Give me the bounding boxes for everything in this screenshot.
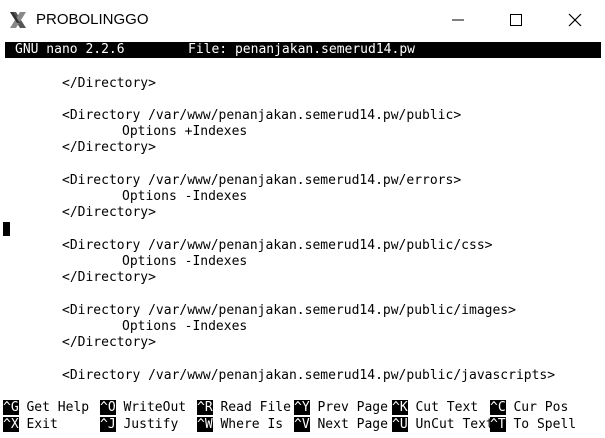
shortcut-key: ^J <box>100 417 116 432</box>
window-titlebar: PROBOLINGGO <box>0 0 605 40</box>
shortcut-read-file[interactable]: ^R Read File <box>197 400 291 416</box>
close-button[interactable] <box>546 0 604 40</box>
shortcut-key: ^Y <box>294 400 310 415</box>
shortcut-writeout[interactable]: ^O WriteOut <box>100 400 186 416</box>
shortcut-justify[interactable]: ^J Justify <box>100 417 178 433</box>
shortcut-label: Get Help <box>26 400 90 415</box>
window-title: PROBOLINGGO <box>36 11 149 28</box>
shortcut-label: Where Is <box>220 417 284 432</box>
maximize-icon <box>510 14 522 26</box>
shortcut-label: WriteOut <box>123 400 187 415</box>
editor-line: <Directory /var/www/penanjakan.semerud14… <box>62 173 462 188</box>
shortcut-uncut-text[interactable]: ^U UnCut Text <box>392 417 494 433</box>
shortcut-prev-page[interactable]: ^Y Prev Page <box>294 400 388 416</box>
editor-line: <Directory /var/www/penanjakan.semerud14… <box>62 368 556 383</box>
editor-line: </Directory> <box>62 140 156 155</box>
nano-shortcut-bar: ^G Get Help ^O WriteOut ^R Read File ^Y … <box>0 400 605 434</box>
editor-line: </Directory> <box>62 205 156 220</box>
nano-header-bar: GNU nano 2.2.6 File: penanjakan.semerud1… <box>5 42 601 58</box>
minimize-button[interactable] <box>429 0 487 40</box>
minimize-icon <box>452 19 464 21</box>
text-cursor <box>3 222 10 236</box>
shortcut-key: ^O <box>100 400 116 415</box>
editor-line: Options -Indexes <box>122 319 248 334</box>
shortcut-to-spell[interactable]: ^T To Spell <box>490 417 576 433</box>
shortcut-label: Cut Text <box>415 400 479 415</box>
shortcut-key: ^X <box>3 417 19 432</box>
shortcut-cur-pos[interactable]: ^C Cur Pos <box>490 400 568 416</box>
shortcut-key: ^U <box>392 417 408 432</box>
putty-x-icon <box>8 10 28 30</box>
editor-line: <Directory /var/www/penanjakan.semerud14… <box>62 238 493 253</box>
shortcut-label: Exit <box>26 417 58 432</box>
shortcut-label: Read File <box>220 400 291 415</box>
nano-version: GNU nano 2.2.6 <box>15 42 125 57</box>
shortcut-key: ^G <box>3 400 19 415</box>
shortcut-key: ^V <box>294 417 310 432</box>
editor-line: <Directory /var/www/penanjakan.semerud14… <box>62 108 462 123</box>
shortcut-where-is[interactable]: ^W Where Is <box>197 417 283 433</box>
nano-file-name: File: penanjakan.semerud14.pw <box>188 42 415 57</box>
shortcut-label: Prev Page <box>317 400 388 415</box>
shortcut-cut-text[interactable]: ^K Cut Text <box>392 400 478 416</box>
shortcut-key: ^R <box>197 400 213 415</box>
maximize-button[interactable] <box>487 0 545 40</box>
shortcut-exit[interactable]: ^X Exit <box>3 417 58 433</box>
terminal-area[interactable]: GNU nano 2.2.6 File: penanjakan.semerud1… <box>0 40 605 438</box>
shortcut-key: ^T <box>490 417 506 432</box>
editor-line: Options -Indexes <box>122 254 248 269</box>
shortcut-next-page[interactable]: ^V Next Page <box>294 417 388 433</box>
close-icon <box>568 13 582 27</box>
editor-line: Options +Indexes <box>122 124 248 139</box>
editor-line: <Directory /var/www/penanjakan.semerud14… <box>62 303 516 318</box>
shortcut-label: To Spell <box>513 417 577 432</box>
shortcut-key: ^K <box>392 400 408 415</box>
shortcut-label: Next Page <box>317 417 388 432</box>
shortcut-get-help[interactable]: ^G Get Help <box>3 400 89 416</box>
shortcut-key: ^W <box>197 417 213 432</box>
shortcut-label: Cur Pos <box>513 400 569 415</box>
editor-line: </Directory> <box>62 270 156 285</box>
editor-line: </Directory> <box>62 335 156 350</box>
shortcut-label: UnCut Text <box>415 417 494 432</box>
editor-line: Options -Indexes <box>122 189 248 204</box>
editor-line: </Directory> <box>62 76 156 91</box>
shortcut-label: Justify <box>123 417 179 432</box>
shortcut-key: ^C <box>490 400 506 415</box>
